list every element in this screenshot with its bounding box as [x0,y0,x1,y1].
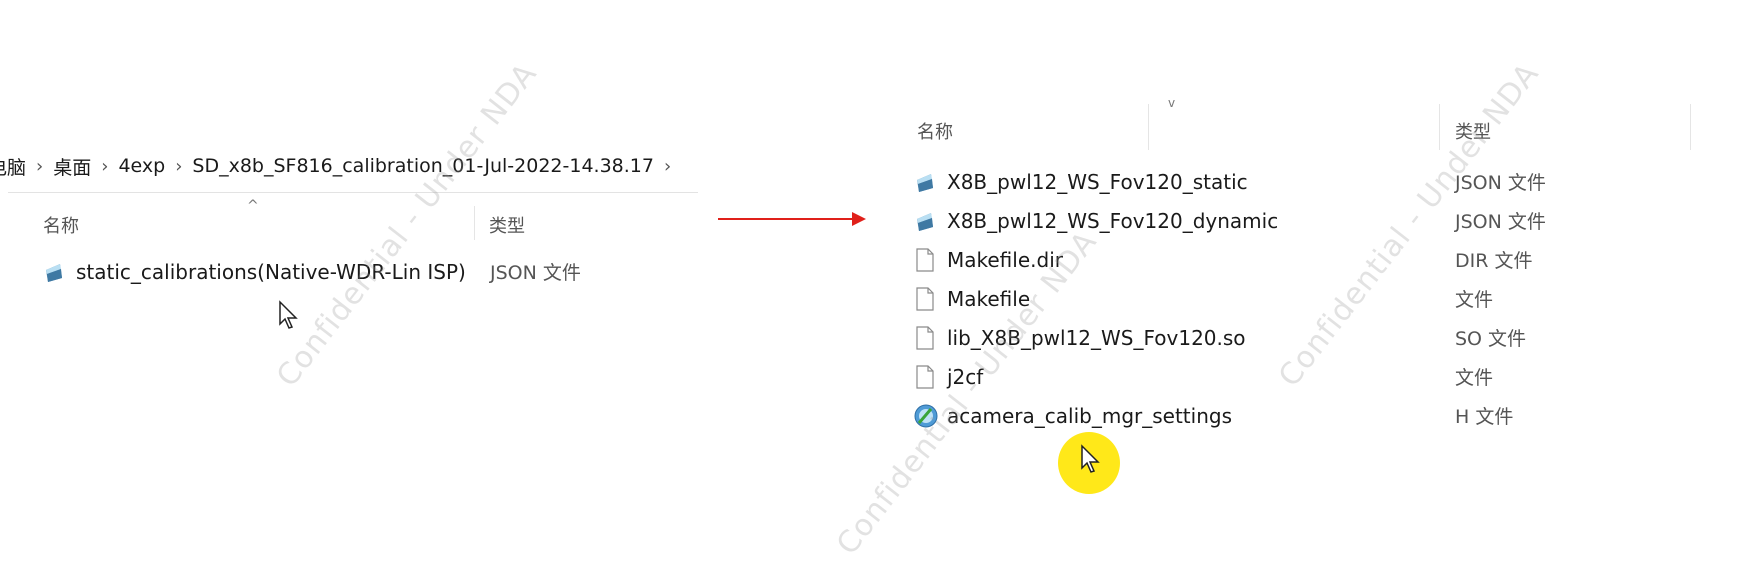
breadcrumb-divider [8,192,698,193]
sort-up-icon: ^ [247,198,259,214]
file-name: X8B_pwl12_WS_Fov120_dynamic [947,208,1279,233]
file-type: H 文件 [1455,406,1514,428]
chevron-right-icon[interactable]: › [664,156,671,177]
column-divider[interactable] [1690,104,1691,150]
column-header-type[interactable]: 类型 [489,212,525,238]
chevron-right-icon: › [101,155,109,177]
column-divider[interactable] [1148,104,1149,150]
column-divider[interactable] [474,206,475,240]
chevron-right-icon: › [36,155,44,177]
blank-file-icon [916,286,934,311]
watermark: Confidential - Under NDA [830,224,1105,562]
json-file-icon [917,212,933,231]
file-name: acamera_calib_mgr_settings [947,403,1232,428]
file-row[interactable]: static_calibrations(Native-WDR-Lin ISP) … [44,258,581,285]
arrow-head-icon [852,212,866,226]
blank-file-icon [916,364,934,389]
file-type: JSON 文件 [490,262,581,284]
file-type: 文件 [1455,289,1494,311]
breadcrumb-item-desktop[interactable]: 桌面 [53,153,91,180]
mouse-cursor-icon [279,300,298,329]
blank-file-icon [916,247,934,272]
sort-down-icon: v [1168,96,1176,110]
file-type: 文件 [1455,367,1494,389]
file-row[interactable]: Makefile 文件 [915,285,1493,312]
file-row[interactable]: acamera_calib_mgr_settings H 文件 [913,402,1513,429]
file-name: j2cf [947,364,984,389]
file-name: static_calibrations(Native-WDR-Lin ISP) [76,259,466,284]
file-row[interactable]: X8B_pwl12_WS_Fov120_dynamic JSON 文件 [915,207,1546,234]
file-name: X8B_pwl12_WS_Fov120_static [947,169,1248,194]
breadcrumb-item-computer[interactable]: 电脑 [0,153,26,180]
json-file-icon [917,173,933,192]
file-type: DIR 文件 [1455,250,1533,272]
column-divider[interactable] [1439,104,1440,150]
mouse-cursor-icon [1081,444,1100,473]
column-header-name[interactable]: 名称 [917,118,953,144]
file-type: SO 文件 [1455,328,1527,350]
breadcrumb: 电脑 › 桌面 › 4exp › SD_x8b_SF816_calibratio… [0,146,700,186]
json-file-icon [46,263,62,282]
arrow-line [718,218,858,220]
breadcrumb-item-4exp[interactable]: 4exp [118,155,165,177]
file-row[interactable]: Makefile.dir DIR 文件 [915,246,1532,273]
chevron-right-icon: › [175,155,183,177]
file-type: JSON 文件 [1455,211,1546,233]
column-header-name[interactable]: 名称 [43,212,79,238]
blank-file-icon [916,325,934,350]
